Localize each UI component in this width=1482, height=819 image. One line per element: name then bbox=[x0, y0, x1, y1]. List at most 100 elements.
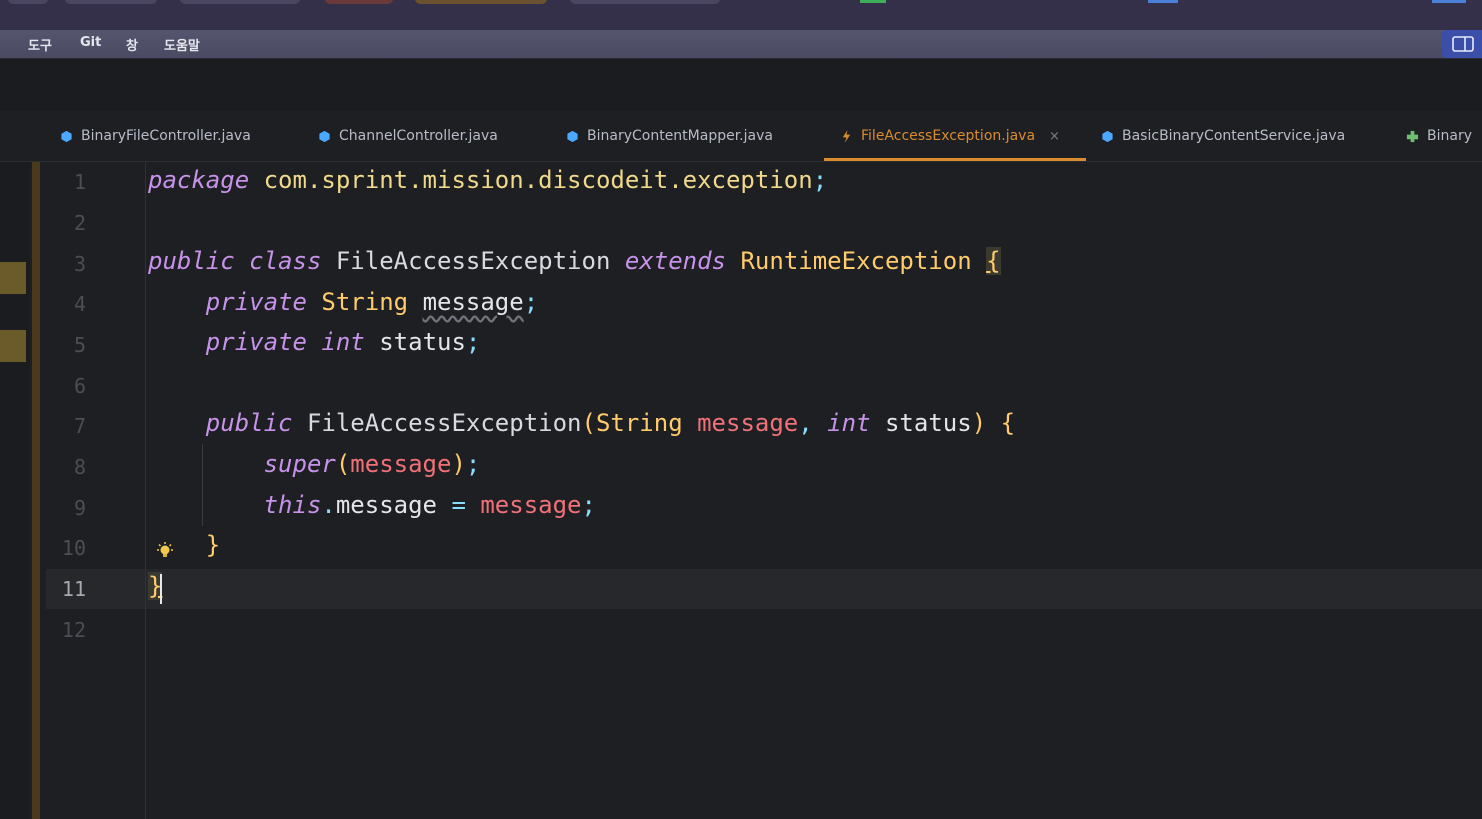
type-name: RuntimeException bbox=[740, 247, 972, 275]
editor-tab-bar: BinaryFileController.java ChannelControl… bbox=[0, 111, 1482, 162]
keyword: private bbox=[205, 328, 307, 356]
keyword: private bbox=[205, 288, 307, 316]
line-number: 1 bbox=[73, 170, 86, 194]
type-name: String bbox=[321, 288, 409, 316]
status-indicator bbox=[1148, 0, 1178, 3]
keyword: public bbox=[148, 247, 235, 275]
field-name: message bbox=[335, 491, 437, 519]
tab-label: BinaryFileController.java bbox=[81, 128, 251, 144]
tab-label: BasicBinaryContentService.java bbox=[1122, 128, 1346, 144]
line-number: 3 bbox=[73, 252, 86, 276]
parameter: status bbox=[884, 409, 972, 437]
system-bar-segment bbox=[570, 0, 720, 4]
toolbar bbox=[0, 59, 1482, 111]
punctuation: ) bbox=[971, 409, 987, 437]
keyword: public bbox=[205, 409, 293, 437]
type-name: String bbox=[595, 409, 683, 437]
bookmark-marker bbox=[0, 330, 26, 362]
punctuation: . bbox=[321, 491, 336, 519]
line-number-current: 11 bbox=[61, 577, 86, 601]
punctuation: ; bbox=[812, 166, 828, 194]
parameter: message bbox=[350, 450, 452, 478]
system-bar-segment bbox=[8, 0, 48, 4]
system-bar bbox=[0, 0, 1482, 30]
change-marker-rail bbox=[32, 162, 40, 819]
punctuation: , bbox=[798, 409, 813, 437]
tab-label: FileAccessException.java bbox=[861, 128, 1036, 144]
line-number: 2 bbox=[73, 211, 86, 235]
tab-label: ChannelController.java bbox=[339, 128, 498, 144]
layout-icon bbox=[1452, 36, 1474, 52]
tab-fileaccessexception[interactable]: FileAccessException.java × bbox=[824, 111, 1086, 161]
current-line-highlight bbox=[46, 569, 1482, 609]
tab-binary-package[interactable]: Binary bbox=[1406, 111, 1472, 161]
keyword: super bbox=[263, 450, 336, 478]
tab-label: Binary bbox=[1427, 128, 1472, 144]
code-line-5: private int status; bbox=[148, 328, 481, 356]
code-line-4: private String message; bbox=[148, 288, 538, 316]
tab-channelcontroller[interactable]: ChannelController.java bbox=[318, 111, 498, 161]
class-icon bbox=[567, 130, 578, 142]
system-bar-segment bbox=[325, 0, 393, 4]
punctuation: ; bbox=[523, 288, 539, 316]
keyword: int bbox=[321, 328, 365, 356]
punctuation: ( bbox=[581, 409, 596, 437]
package-icon bbox=[1406, 130, 1419, 142]
menu-window[interactable]: 창 bbox=[126, 35, 138, 54]
field-name: status bbox=[379, 328, 466, 356]
system-bar-segment bbox=[180, 0, 300, 4]
punctuation: ; bbox=[581, 491, 596, 519]
parameter: message bbox=[480, 491, 582, 519]
code-line-8: super(message); bbox=[148, 450, 481, 478]
constructor-name: FileAccessException bbox=[306, 409, 582, 437]
close-tab-icon[interactable]: × bbox=[1049, 129, 1060, 144]
status-indicator bbox=[1432, 0, 1466, 3]
code-line-1: package com.sprint.mission.discodeit.exc… bbox=[148, 166, 827, 194]
text-caret bbox=[160, 574, 162, 604]
punctuation: { bbox=[1000, 409, 1016, 437]
package-name: com.sprint.mission.discodeit.exception bbox=[263, 166, 813, 194]
keyword: class bbox=[249, 247, 322, 275]
menu-bar: 도구 Git 창 도움말 bbox=[0, 30, 1482, 59]
line-number: 12 bbox=[61, 618, 86, 642]
class-name: FileAccessException bbox=[335, 247, 611, 275]
class-icon bbox=[61, 130, 72, 142]
parameter: message bbox=[697, 409, 799, 437]
layout-toggle-button[interactable] bbox=[1442, 30, 1482, 58]
tool-window-strip bbox=[0, 162, 30, 819]
menu-tools[interactable]: 도구 bbox=[28, 35, 52, 54]
class-icon bbox=[319, 130, 330, 142]
punctuation: ( bbox=[335, 450, 351, 478]
line-number: 7 bbox=[73, 414, 86, 438]
tab-basicbinarycontentservice[interactable]: BasicBinaryContentService.java bbox=[1101, 111, 1345, 161]
gutter-divider bbox=[145, 162, 146, 819]
punctuation: } bbox=[205, 531, 221, 559]
status-indicator bbox=[860, 0, 886, 3]
tab-binaryfilecontroller[interactable]: BinaryFileController.java bbox=[60, 111, 251, 161]
keyword: this bbox=[263, 491, 322, 519]
lightbulb-icon[interactable] bbox=[156, 542, 174, 566]
line-number: 8 bbox=[73, 455, 86, 479]
menu-help[interactable]: 도움말 bbox=[164, 35, 200, 54]
line-number: 6 bbox=[73, 374, 86, 398]
line-number: 5 bbox=[73, 333, 86, 357]
lightbulb-glyph bbox=[157, 542, 173, 557]
punctuation: ) bbox=[451, 450, 466, 478]
class-icon bbox=[1102, 130, 1113, 142]
tab-label: BinaryContentMapper.java bbox=[587, 128, 773, 144]
line-number: 10 bbox=[61, 536, 86, 560]
exception-icon bbox=[842, 129, 851, 143]
line-number: 9 bbox=[73, 496, 86, 520]
menu-git[interactable]: Git bbox=[80, 35, 101, 50]
tab-binarycontentmapper[interactable]: BinaryContentMapper.java bbox=[566, 111, 773, 161]
code-editor[interactable]: 1 2 3 4 5 6 7 8 9 10 11 12 package com.s… bbox=[0, 162, 1482, 819]
punctuation: ; bbox=[465, 328, 481, 356]
indent-guide bbox=[202, 444, 203, 526]
punctuation: ; bbox=[465, 450, 481, 478]
keyword: package bbox=[148, 166, 250, 194]
bookmark-marker bbox=[0, 262, 26, 294]
keyword: int bbox=[827, 409, 871, 437]
operator: = bbox=[451, 491, 466, 519]
code-line-9: this.message = message; bbox=[148, 491, 596, 519]
field-name: message bbox=[422, 288, 524, 316]
